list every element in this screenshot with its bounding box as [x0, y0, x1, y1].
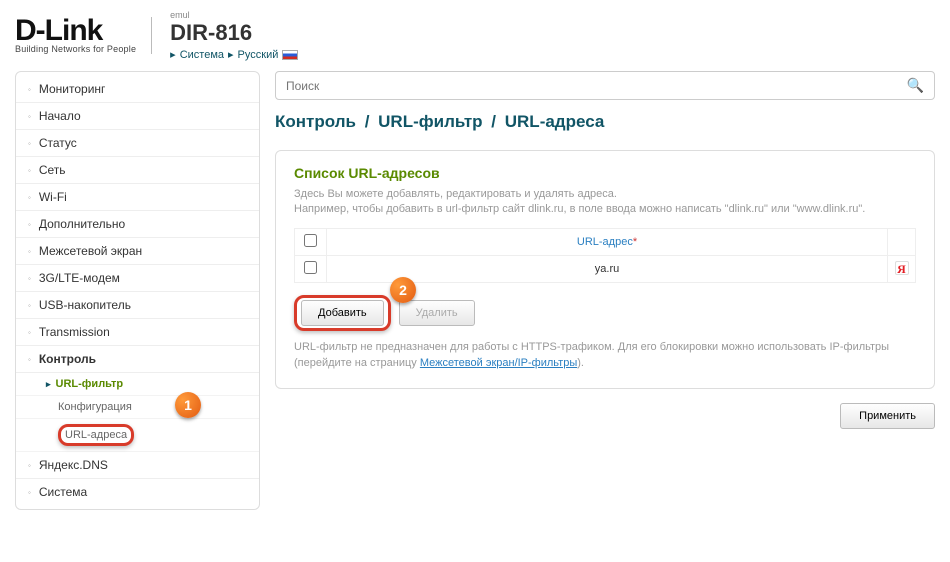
section-title: Список URL-адресов	[294, 165, 916, 181]
sidebar-item-label: Контроль	[39, 352, 96, 366]
row-url[interactable]: ya.ru	[327, 255, 888, 282]
sidebar-item-yandex-dns[interactable]: ◦ Яндекс.DNS	[16, 452, 259, 479]
chevron-right-icon: ▸	[228, 48, 234, 61]
required-star-icon: *	[633, 236, 637, 248]
sidebar-sub-config[interactable]: Конфигурация 1	[16, 396, 259, 419]
page-breadcrumb: Контроль / URL-фильтр / URL-адреса	[275, 112, 935, 132]
crumb-language[interactable]: Русский	[238, 49, 279, 61]
model-block: emul DIR-816 ▸ Система ▸ Русский	[170, 10, 298, 61]
brand-logo: D-Link	[15, 17, 136, 44]
bullet-icon: ◦	[28, 301, 31, 310]
sidebar-item-advanced[interactable]: ◦ Дополнительно	[16, 211, 259, 238]
breadcrumb-sep: /	[361, 112, 374, 131]
header-crumbs: ▸ Система ▸ Русский	[170, 48, 298, 61]
section-hint: Здесь Вы можете добавлять, редактировать…	[294, 187, 916, 218]
sidebar-item-label: Межсетевой экран	[39, 244, 142, 258]
sidebar: ◦ Мониторинг ◦ Начало ◦ Статус ◦ Сеть ◦ Wi-Fi…	[15, 71, 260, 510]
bullet-icon: ◦	[28, 355, 31, 364]
annotation-highlight: URL-адреса	[58, 424, 134, 446]
chevron-right-icon: ▸	[46, 379, 51, 389]
sidebar-item-usb-storage[interactable]: ◦ USB-накопитель	[16, 292, 259, 319]
model-name: DIR-816	[170, 20, 298, 46]
bullet-icon: ◦	[28, 193, 31, 202]
sidebar-item-label: Начало	[39, 109, 81, 123]
bullet-icon: ◦	[28, 328, 31, 337]
sidebar-item-transmission[interactable]: ◦ Transmission	[16, 319, 259, 346]
table-button-row: Добавить Удалить 2	[294, 295, 916, 331]
sidebar-sub-url-filter[interactable]: ▸ URL-фильтр	[16, 373, 259, 396]
bullet-icon: ◦	[28, 139, 31, 148]
add-button[interactable]: Добавить	[301, 300, 384, 326]
footer-row: Применить	[275, 403, 935, 429]
breadcrumb-sep: /	[487, 112, 500, 131]
bullet-icon: ◦	[28, 247, 31, 256]
firewall-link[interactable]: Межсетевой экран/IP-фильтры	[420, 357, 577, 369]
sidebar-item-label: Transmission	[39, 325, 110, 339]
sidebar-item-status[interactable]: ◦ Статус	[16, 130, 259, 157]
apply-button[interactable]: Применить	[840, 403, 935, 429]
col-url-address: URL-адрес*	[327, 228, 888, 255]
https-note: URL-фильтр не предназначен для работы с …	[294, 339, 916, 372]
select-all-checkbox[interactable]	[304, 234, 317, 247]
annotation-highlight: Добавить	[294, 295, 391, 331]
breadcrumb-part[interactable]: URL-фильтр	[378, 112, 482, 131]
sidebar-item-label: 3G/LTE-модем	[39, 271, 120, 285]
sidebar-item-monitoring[interactable]: ◦ Мониторинг	[16, 76, 259, 103]
logo-block: D-Link Building Networks for People	[15, 17, 152, 54]
breadcrumb-part: URL-адреса	[505, 112, 605, 131]
sidebar-item-label: Wi-Fi	[39, 190, 67, 204]
search-input[interactable]	[286, 79, 907, 93]
sidebar-item-control[interactable]: ◦ Контроль	[16, 346, 259, 373]
sidebar-item-label: URL-адреса	[65, 429, 127, 441]
brand-tagline: Building Networks for People	[15, 44, 136, 54]
sidebar-item-3g-lte[interactable]: ◦ 3G/LTE-модем	[16, 265, 259, 292]
sidebar-item-wifi[interactable]: ◦ Wi-Fi	[16, 184, 259, 211]
sidebar-item-label: Конфигурация	[58, 401, 132, 413]
hint-line: Здесь Вы можете добавлять, редактировать…	[294, 188, 617, 200]
emul-label: emul	[170, 10, 298, 20]
crumb-system[interactable]: Система	[180, 49, 224, 61]
col-checkbox	[295, 228, 327, 255]
sidebar-item-label: Сеть	[39, 163, 66, 177]
note-text: URL-фильтр не предназначен для работы с …	[294, 341, 889, 370]
page-header: D-Link Building Networks for People emul…	[15, 10, 935, 61]
sidebar-item-label: URL-фильтр	[56, 378, 124, 390]
note-text: ).	[577, 357, 584, 369]
url-list-section: Список URL-адресов Здесь Вы можете добав…	[275, 150, 935, 389]
sidebar-item-start[interactable]: ◦ Начало	[16, 103, 259, 130]
table-row[interactable]: ya.ru Я	[295, 255, 916, 282]
sidebar-item-system[interactable]: ◦ Система	[16, 479, 259, 505]
annotation-badge-1: 1	[175, 392, 201, 418]
sidebar-item-label: USB-накопитель	[39, 298, 131, 312]
bullet-icon: ◦	[28, 85, 31, 94]
yandex-icon: Я	[895, 261, 909, 275]
bullet-icon: ◦	[28, 461, 31, 470]
breadcrumb-part[interactable]: Контроль	[275, 112, 356, 131]
bullet-icon: ◦	[28, 166, 31, 175]
sidebar-item-label: Дополнительно	[39, 217, 125, 231]
sidebar-sub-url-addresses[interactable]: URL-адреса	[16, 419, 259, 452]
bullet-icon: ◦	[28, 220, 31, 229]
search-icon[interactable]: 🔍	[907, 77, 924, 94]
bullet-icon: ◦	[28, 488, 31, 497]
url-table: URL-адрес* ya.ru Я	[294, 228, 916, 283]
chevron-right-icon: ▸	[170, 48, 176, 61]
bullet-icon: ◦	[28, 112, 31, 121]
col-icon	[888, 228, 916, 255]
sidebar-item-label: Статус	[39, 136, 77, 150]
col-label: URL-адрес	[577, 236, 633, 248]
row-checkbox[interactable]	[304, 261, 317, 274]
search-bar[interactable]: 🔍	[275, 71, 935, 100]
sidebar-item-firewall[interactable]: ◦ Межсетевой экран	[16, 238, 259, 265]
hint-line: Например, чтобы добавить в url-фильтр са…	[294, 203, 865, 215]
flag-ru-icon[interactable]	[282, 50, 298, 60]
bullet-icon: ◦	[28, 274, 31, 283]
annotation-badge-2: 2	[390, 277, 416, 303]
sidebar-item-label: Система	[39, 485, 87, 499]
sidebar-item-label: Яндекс.DNS	[39, 458, 108, 472]
sidebar-item-network[interactable]: ◦ Сеть	[16, 157, 259, 184]
delete-button: Удалить	[399, 300, 475, 326]
sidebar-item-label: Мониторинг	[39, 82, 106, 96]
